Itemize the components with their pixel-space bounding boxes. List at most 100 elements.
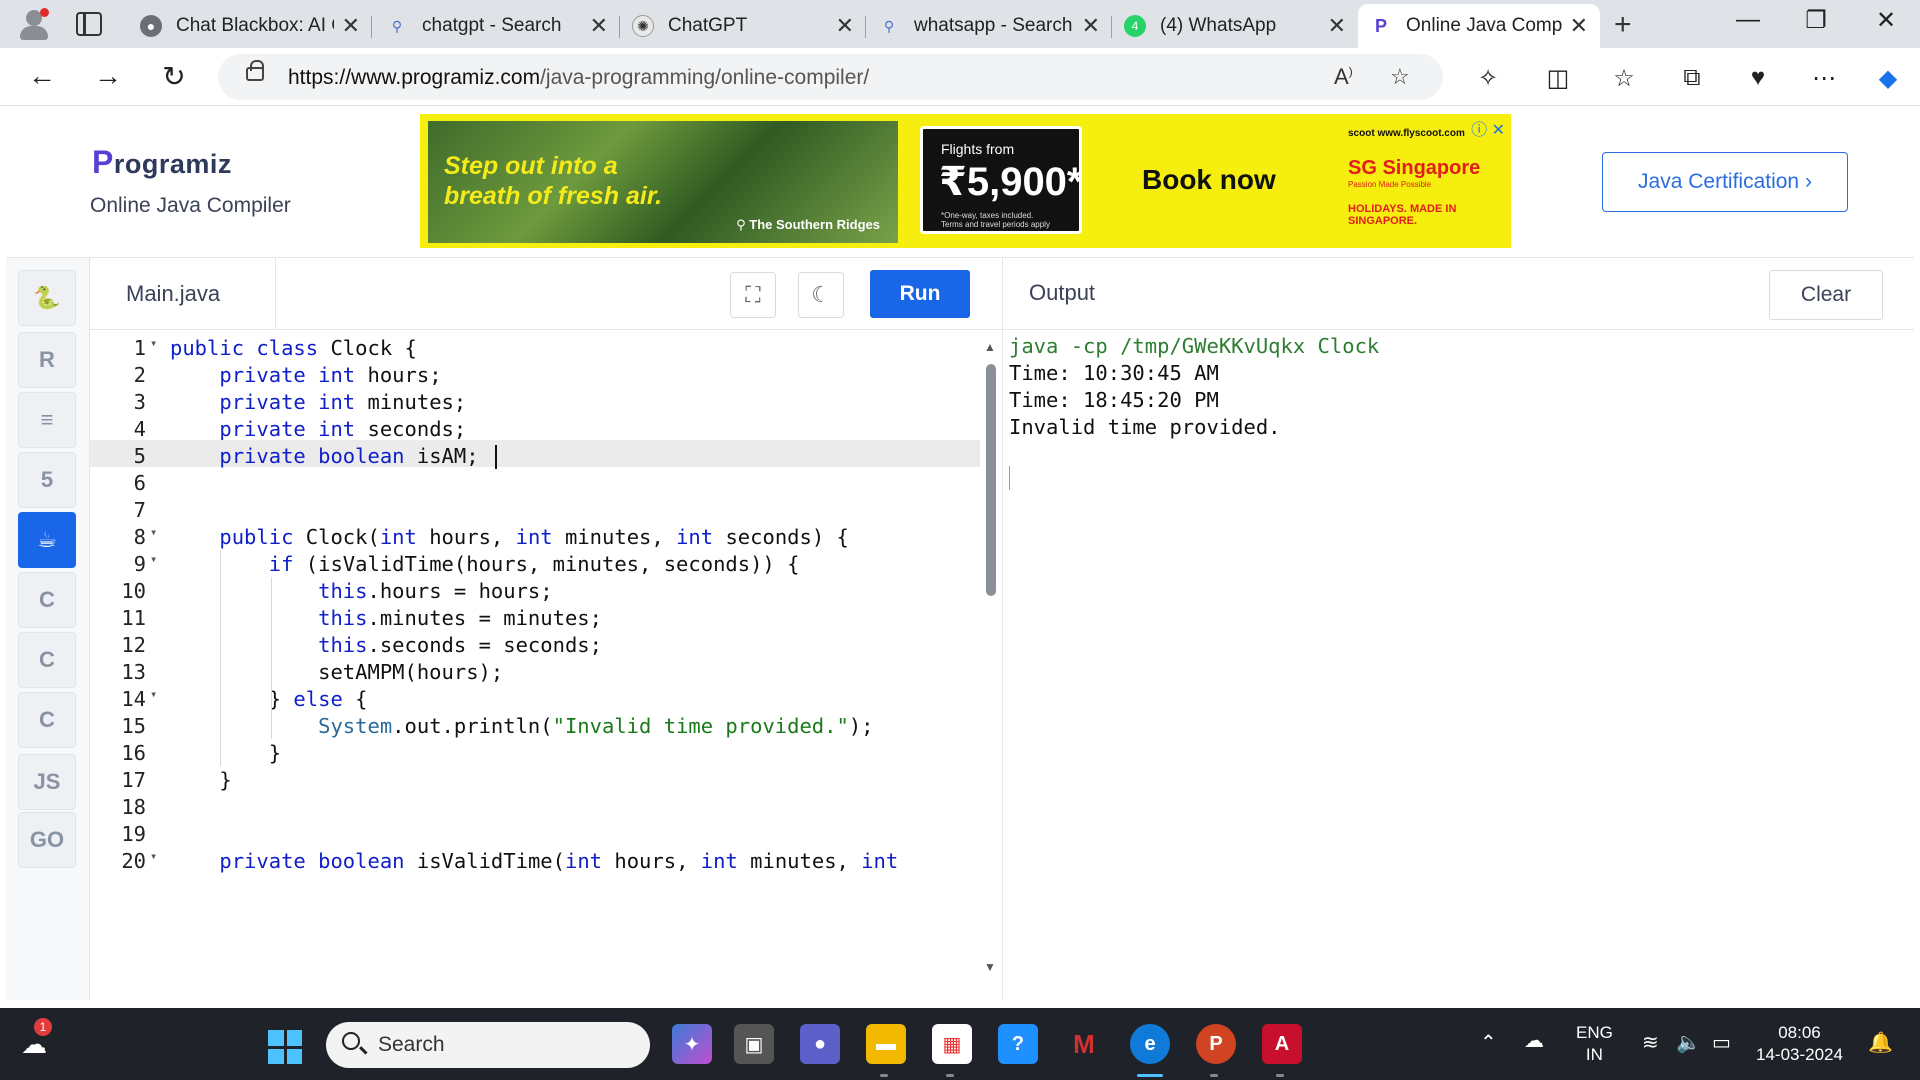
code-line[interactable]: 5 private boolean isAM; (90, 440, 980, 469)
tab-blackbox[interactable]: ● Chat Blackbox: AI C ✕ (128, 4, 372, 48)
help-icon[interactable]: ? (998, 1024, 1038, 1064)
code-line[interactable]: 7 (90, 494, 980, 522)
battery-icon[interactable]: ▭ (1712, 1032, 1731, 1054)
copilot-taskbar-icon[interactable]: ✦ (672, 1024, 712, 1064)
mcafee-icon[interactable]: M (1064, 1024, 1104, 1064)
code-line[interactable]: 19 (90, 818, 980, 846)
fold-toggle-icon[interactable]: ▾ (150, 336, 157, 350)
split-screen-icon[interactable]: ◫ (1540, 64, 1576, 93)
programiz-logo[interactable]: Programiz (92, 144, 232, 181)
close-tab-icon[interactable]: ✕ (1328, 13, 1346, 39)
file-explorer-icon[interactable]: ▬ (866, 1024, 906, 1064)
code-line[interactable]: 13 setAMPM(hours); (90, 656, 980, 684)
more-options-icon[interactable]: ⋯ (1806, 64, 1842, 93)
code-line[interactable]: 4 private int seconds; (90, 413, 980, 441)
fold-toggle-icon[interactable]: ▾ (150, 552, 157, 566)
acrobat-icon[interactable]: A (1262, 1024, 1302, 1064)
file-tab-main-java[interactable]: Main.java (90, 258, 276, 330)
url-field[interactable]: https://www.programiz.com/java-programmi… (218, 54, 1443, 100)
close-tab-icon[interactable]: ✕ (342, 13, 360, 39)
python-icon[interactable]: 🐍 (18, 270, 76, 326)
tab-chatgpt-search[interactable]: ⚲ chatgpt - Search ✕ (374, 4, 620, 48)
tab-programiz[interactable]: P Online Java Compi ✕ (1358, 4, 1600, 48)
taskbar-search[interactable]: Search (326, 1022, 650, 1068)
tab-chatgpt[interactable]: ✺ ChatGPT ✕ (620, 4, 866, 48)
c-icon[interactable]: C (18, 572, 76, 628)
favorite-star-icon[interactable]: ☆ (1390, 64, 1410, 90)
new-tab-button[interactable]: + (1614, 8, 1632, 42)
ad-close-icon[interactable]: ⓘ ✕ (1471, 116, 1505, 140)
code-line[interactable]: 9 ▾ if (isValidTime(hours, minutes, secon… (90, 548, 980, 576)
clock[interactable]: 08:06 14-03-2024 (1756, 1022, 1843, 1066)
code-line[interactable]: 1 ▾ public class Clock { (90, 332, 980, 360)
editor-scrollbar[interactable]: ▲ ▼ (982, 330, 1002, 1000)
tab-whatsapp[interactable]: 4 (4) WhatsApp ✕ (1112, 4, 1358, 48)
powerpoint-icon[interactable]: P (1196, 1024, 1236, 1064)
close-window-button[interactable]: ✕ (1856, 6, 1916, 35)
tab-actions-icon[interactable] (76, 12, 102, 36)
task-view-icon[interactable]: ▣ (734, 1024, 774, 1064)
code-line[interactable]: 10 this.hours = hours; (90, 575, 980, 603)
html5-icon[interactable]: 5 (18, 452, 76, 508)
code-line[interactable]: 8 ▾ public Clock(int hours, int minutes, … (90, 521, 980, 549)
js-icon[interactable]: JS (18, 754, 76, 810)
close-tab-icon[interactable]: ✕ (1082, 13, 1100, 39)
favorites-icon[interactable]: ☆ (1606, 64, 1642, 93)
fold-toggle-icon[interactable]: ▾ (150, 849, 157, 863)
code-line[interactable]: 15 System.out.println("Invalid time prov… (90, 710, 980, 738)
fold-toggle-icon[interactable]: ▾ (150, 525, 157, 539)
scrollbar-thumb[interactable] (986, 364, 996, 596)
close-tab-icon[interactable]: ✕ (1570, 13, 1588, 39)
clear-button[interactable]: Clear (1769, 270, 1883, 320)
copilot-icon[interactable]: ◆ (1870, 64, 1906, 93)
restore-button[interactable]: ❐ (1786, 6, 1846, 35)
notifications-icon[interactable]: 🔔 (1868, 1032, 1893, 1054)
microsoft-store-icon[interactable]: ▦ (932, 1024, 972, 1064)
code-line[interactable]: 3 private int minutes; (90, 386, 980, 414)
java-certification-button[interactable]: Java Certification › (1602, 152, 1848, 212)
code-line[interactable]: 2 private int hours; (90, 359, 980, 387)
go-icon[interactable]: GO (18, 812, 76, 868)
show-hidden-icons[interactable]: ⌃ (1480, 1032, 1497, 1054)
lock-icon[interactable] (246, 60, 264, 81)
java-icon[interactable]: ☕ (18, 512, 76, 568)
wifi-icon[interactable]: ≋ (1642, 1032, 1659, 1054)
teams-chat-icon[interactable]: ● (800, 1024, 840, 1064)
volume-muted-icon[interactable]: 🔈 (1676, 1032, 1701, 1054)
language-indicator[interactable]: ENG IN (1576, 1022, 1613, 1066)
cpp-icon[interactable]: C (18, 692, 76, 748)
scroll-up-icon[interactable]: ▲ (984, 340, 996, 354)
r-icon[interactable]: R (18, 332, 76, 388)
onedrive-icon[interactable]: ☁ (1524, 1030, 1544, 1052)
close-tab-icon[interactable]: ✕ (836, 13, 854, 39)
minimize-button[interactable]: — (1718, 6, 1778, 34)
fold-toggle-icon[interactable]: ▾ (150, 687, 157, 701)
start-button[interactable] (268, 1030, 302, 1064)
code-line[interactable]: 20 ▾ private boolean isValidTime(int hour… (90, 845, 980, 873)
code-editor[interactable]: 1 ▾ public class Clock {2 private int hour… (90, 330, 980, 1000)
scroll-down-icon[interactable]: ▼ (984, 960, 996, 974)
code-line[interactable]: 17 } (90, 764, 980, 792)
sql-icon[interactable]: ≡ (18, 392, 76, 448)
code-line[interactable]: 18 (90, 791, 980, 819)
forward-button[interactable]: → (88, 60, 128, 92)
fullscreen-icon[interactable]: ⛶ (730, 272, 776, 318)
browser-essentials-icon[interactable]: ♥ (1740, 64, 1776, 92)
refresh-button[interactable]: ↻ (154, 60, 194, 93)
csharp-icon[interactable]: C (18, 632, 76, 688)
dark-mode-icon[interactable]: ☾ (798, 272, 844, 318)
run-button[interactable]: Run (870, 270, 970, 318)
code-line[interactable]: 12 this.seconds = seconds; (90, 629, 980, 657)
tab-whatsapp-search[interactable]: ⚲ whatsapp - Search ✕ (866, 4, 1112, 48)
code-line[interactable]: 14 ▾ } else { (90, 683, 980, 711)
code-line[interactable]: 11 this.minutes = minutes; (90, 602, 980, 630)
ad-book-now[interactable]: Book now (1142, 164, 1276, 196)
read-aloud-icon[interactable]: A) (1334, 64, 1353, 90)
back-button[interactable]: ← (22, 60, 62, 92)
profile-icon[interactable] (14, 6, 54, 42)
extensions-icon[interactable]: ✧ (1470, 64, 1506, 93)
advertisement-banner[interactable]: Step out into a breath of fresh air. ⚲ Th… (420, 114, 1511, 248)
code-line[interactable]: 16 } (90, 737, 980, 765)
close-tab-icon[interactable]: ✕ (590, 13, 608, 39)
code-line[interactable]: 6 (90, 467, 980, 495)
